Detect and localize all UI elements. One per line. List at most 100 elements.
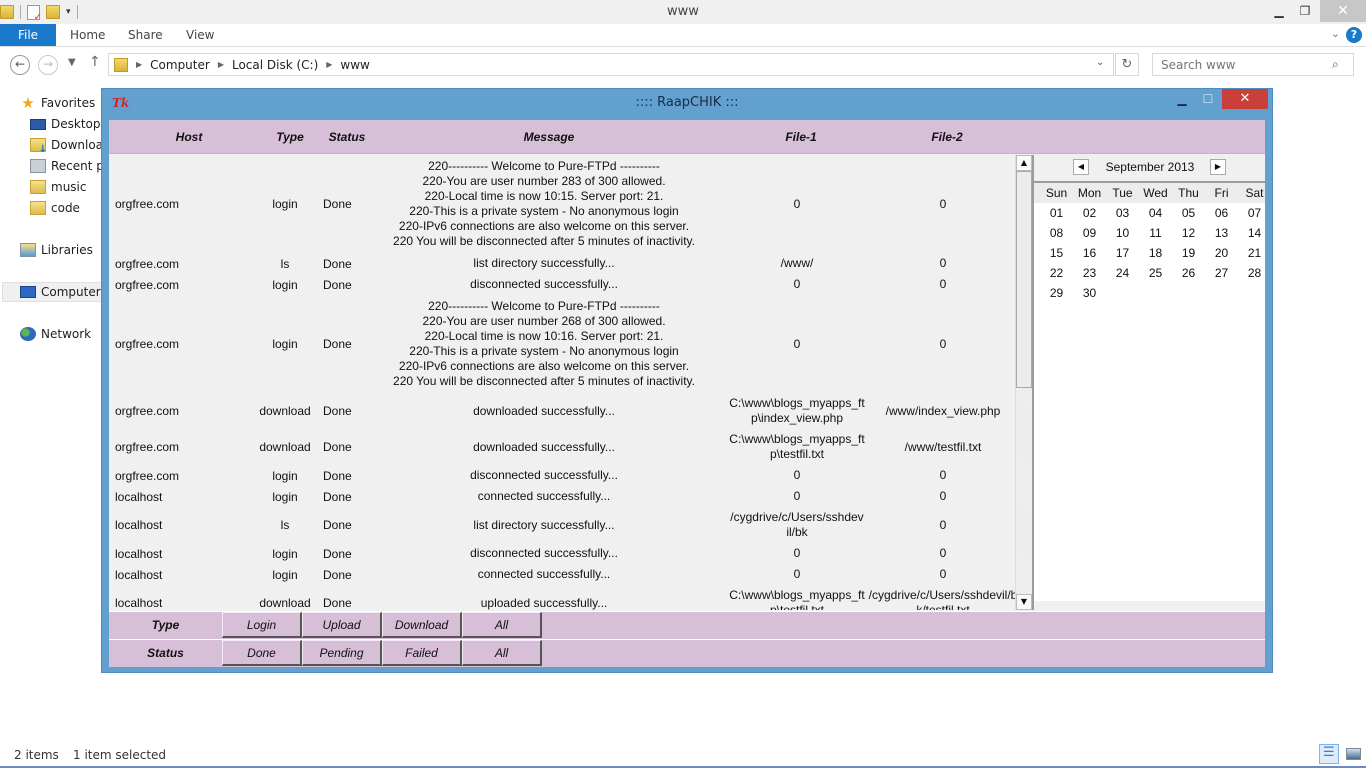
calendar-day[interactable]: 06 (1205, 206, 1238, 220)
calendar-day[interactable]: 07 (1238, 206, 1271, 220)
nav-desktop[interactable]: Desktop (30, 114, 104, 134)
app-maximize-button[interactable]: ☐ (1198, 89, 1218, 109)
calendar-day[interactable]: 09 (1073, 226, 1106, 240)
breadcrumb-www[interactable]: www (340, 58, 369, 72)
calendar-day[interactable]: 02 (1073, 206, 1106, 220)
nav-computer[interactable]: Computer (2, 282, 102, 302)
calendar-day[interactable]: 05 (1172, 206, 1205, 220)
calendar-day[interactable]: 28 (1238, 266, 1271, 280)
nav-downloads[interactable]: Downloads (30, 135, 104, 155)
app-minimize-button[interactable]: ▁ (1172, 89, 1192, 109)
calendar-day[interactable]: 22 (1040, 266, 1073, 280)
table-row[interactable]: localhost download Done uploaded successful… (109, 585, 1015, 610)
tab-view[interactable]: View (186, 24, 214, 46)
back-button[interactable]: ← (10, 55, 30, 75)
calendar-day[interactable]: 25 (1139, 266, 1172, 280)
table-row[interactable]: orgfree.com download Done downloaded succes… (109, 393, 1015, 429)
calendar-day[interactable]: 12 (1172, 226, 1205, 240)
filter-status-pending-button[interactable]: Pending (302, 640, 382, 666)
search-icon[interactable]: ⌕ (1332, 57, 1339, 72)
calendar-day[interactable]: 23 (1073, 266, 1106, 280)
table-row[interactable]: orgfree.com login Done disconnected success… (109, 465, 1015, 486)
filter-status-all-button[interactable]: All (462, 640, 542, 666)
calendar-day[interactable]: 13 (1205, 226, 1238, 240)
calendar-day[interactable]: 14 (1238, 226, 1271, 240)
message-line: 220-IPv6 connections are also welcome on… (398, 219, 690, 233)
nav-favorites[interactable]: ★ Favorites (20, 93, 95, 113)
calendar-day[interactable]: 20 (1205, 246, 1238, 260)
next-month-button[interactable]: ▶ (1210, 159, 1226, 175)
scrollbar-thumb[interactable] (1016, 171, 1032, 388)
calendar-day[interactable]: 19 (1172, 246, 1205, 260)
cell-file-2: 0 (939, 196, 947, 211)
filter-type-upload-button[interactable]: Upload (302, 612, 382, 638)
table-scrollbar[interactable]: ▲ ▼ (1015, 155, 1032, 610)
table-row[interactable]: orgfree.com login Done 220---------- Welcom… (109, 155, 1015, 253)
cell-file-2: 0 (939, 256, 947, 270)
up-button[interactable]: ↑ (89, 54, 101, 70)
refresh-button[interactable]: ↻ (1115, 53, 1139, 76)
calendar-day[interactable]: 18 (1139, 246, 1172, 260)
calendar-day[interactable]: 11 (1139, 226, 1172, 240)
calendar-day[interactable]: 30 (1073, 286, 1106, 300)
filter-status-failed-button[interactable]: Failed (382, 640, 462, 666)
table-row[interactable]: orgfree.com login Done disconnected success… (109, 274, 1015, 295)
scrollbar-track[interactable] (1016, 388, 1032, 594)
calendar-day[interactable]: 26 (1172, 266, 1205, 280)
table-row[interactable]: localhost login Done connected successfully… (109, 564, 1015, 585)
nav-music[interactable]: music (30, 177, 104, 197)
help-icon[interactable]: ? (1346, 27, 1362, 43)
app-close-button[interactable]: ✕ (1222, 89, 1268, 109)
prev-month-button[interactable]: ◀ (1073, 159, 1089, 175)
explorer-titlebar: ▾ www ▁ ❐ ✕ (0, 0, 1366, 24)
calendar-day[interactable]: 15 (1040, 246, 1073, 260)
table-row[interactable]: localhost login Done disconnected successfu… (109, 543, 1015, 564)
table-row[interactable]: orgfree.com download Done downloaded succes… (109, 429, 1015, 465)
calendar-day[interactable]: 27 (1205, 266, 1238, 280)
nav-recent-places[interactable]: Recent places (30, 156, 104, 176)
calendar-day[interactable]: 16 (1073, 246, 1106, 260)
nav-code[interactable]: code (30, 198, 104, 218)
filter-type-all-button[interactable]: All (462, 612, 542, 638)
scroll-up-arrow-icon[interactable]: ▲ (1016, 155, 1032, 171)
maximize-button[interactable]: ❐ (1290, 0, 1320, 22)
calendar-day[interactable]: 08 (1040, 226, 1073, 240)
tab-share[interactable]: Share (128, 24, 163, 46)
calendar-day[interactable]: 03 (1106, 206, 1139, 220)
tab-home[interactable]: Home (70, 24, 105, 46)
calendar-day[interactable]: 01 (1040, 206, 1073, 220)
details-view-button[interactable] (1319, 744, 1339, 764)
filter-status-done-button[interactable]: Done (222, 640, 302, 666)
app-titlebar[interactable]: Tk :::: RaapCHIK ::: ▁ ☐ ✕ (102, 89, 1272, 119)
calendar-day[interactable]: 17 (1106, 246, 1139, 260)
scroll-down-arrow-icon[interactable]: ▼ (1016, 594, 1032, 610)
filter-type-login-button[interactable]: Login (222, 612, 302, 638)
recent-locations-dropdown-icon[interactable]: ▼ (68, 57, 76, 68)
calendar-day[interactable]: 21 (1238, 246, 1271, 260)
breadcrumb-local-disk[interactable]: Local Disk (C:) (232, 58, 318, 72)
filter-type-download-button[interactable]: Download (382, 612, 462, 638)
tab-file[interactable]: File (0, 24, 56, 46)
close-button[interactable]: ✕ (1320, 0, 1366, 22)
table-row[interactable]: orgfree.com login Done 220---------- Welcom… (109, 295, 1015, 393)
expand-ribbon-icon[interactable]: ⌄ (1331, 27, 1340, 40)
address-bar[interactable]: ▶ Computer ▶ Local Disk (C:) ▶ www (108, 53, 1114, 76)
calendar-day[interactable]: 24 (1106, 266, 1139, 280)
message-line: 220-This is a private system - No anonym… (409, 204, 679, 218)
table-row[interactable]: localhost login Done connected successfully… (109, 486, 1015, 507)
breadcrumb-computer[interactable]: Computer (150, 58, 210, 72)
nav-libraries[interactable]: Libraries (20, 240, 93, 260)
search-input[interactable] (1152, 53, 1354, 76)
cell-status: Done (323, 518, 352, 532)
desktop-icon (30, 118, 46, 130)
forward-button[interactable]: → (38, 55, 58, 75)
address-history-dropdown-icon[interactable]: ⌄ (1096, 57, 1104, 68)
table-row[interactable]: orgfree.com ls Done list directory successf… (109, 253, 1015, 274)
nav-network[interactable]: Network (20, 324, 91, 344)
calendar-day[interactable]: 10 (1106, 226, 1139, 240)
calendar-day[interactable]: 04 (1139, 206, 1172, 220)
weekday-label: Sat (1245, 186, 1264, 200)
table-row[interactable]: localhost ls Done list directory successful… (109, 507, 1015, 543)
large-icons-view-button[interactable] (1343, 744, 1363, 764)
calendar-day[interactable]: 29 (1040, 286, 1073, 300)
